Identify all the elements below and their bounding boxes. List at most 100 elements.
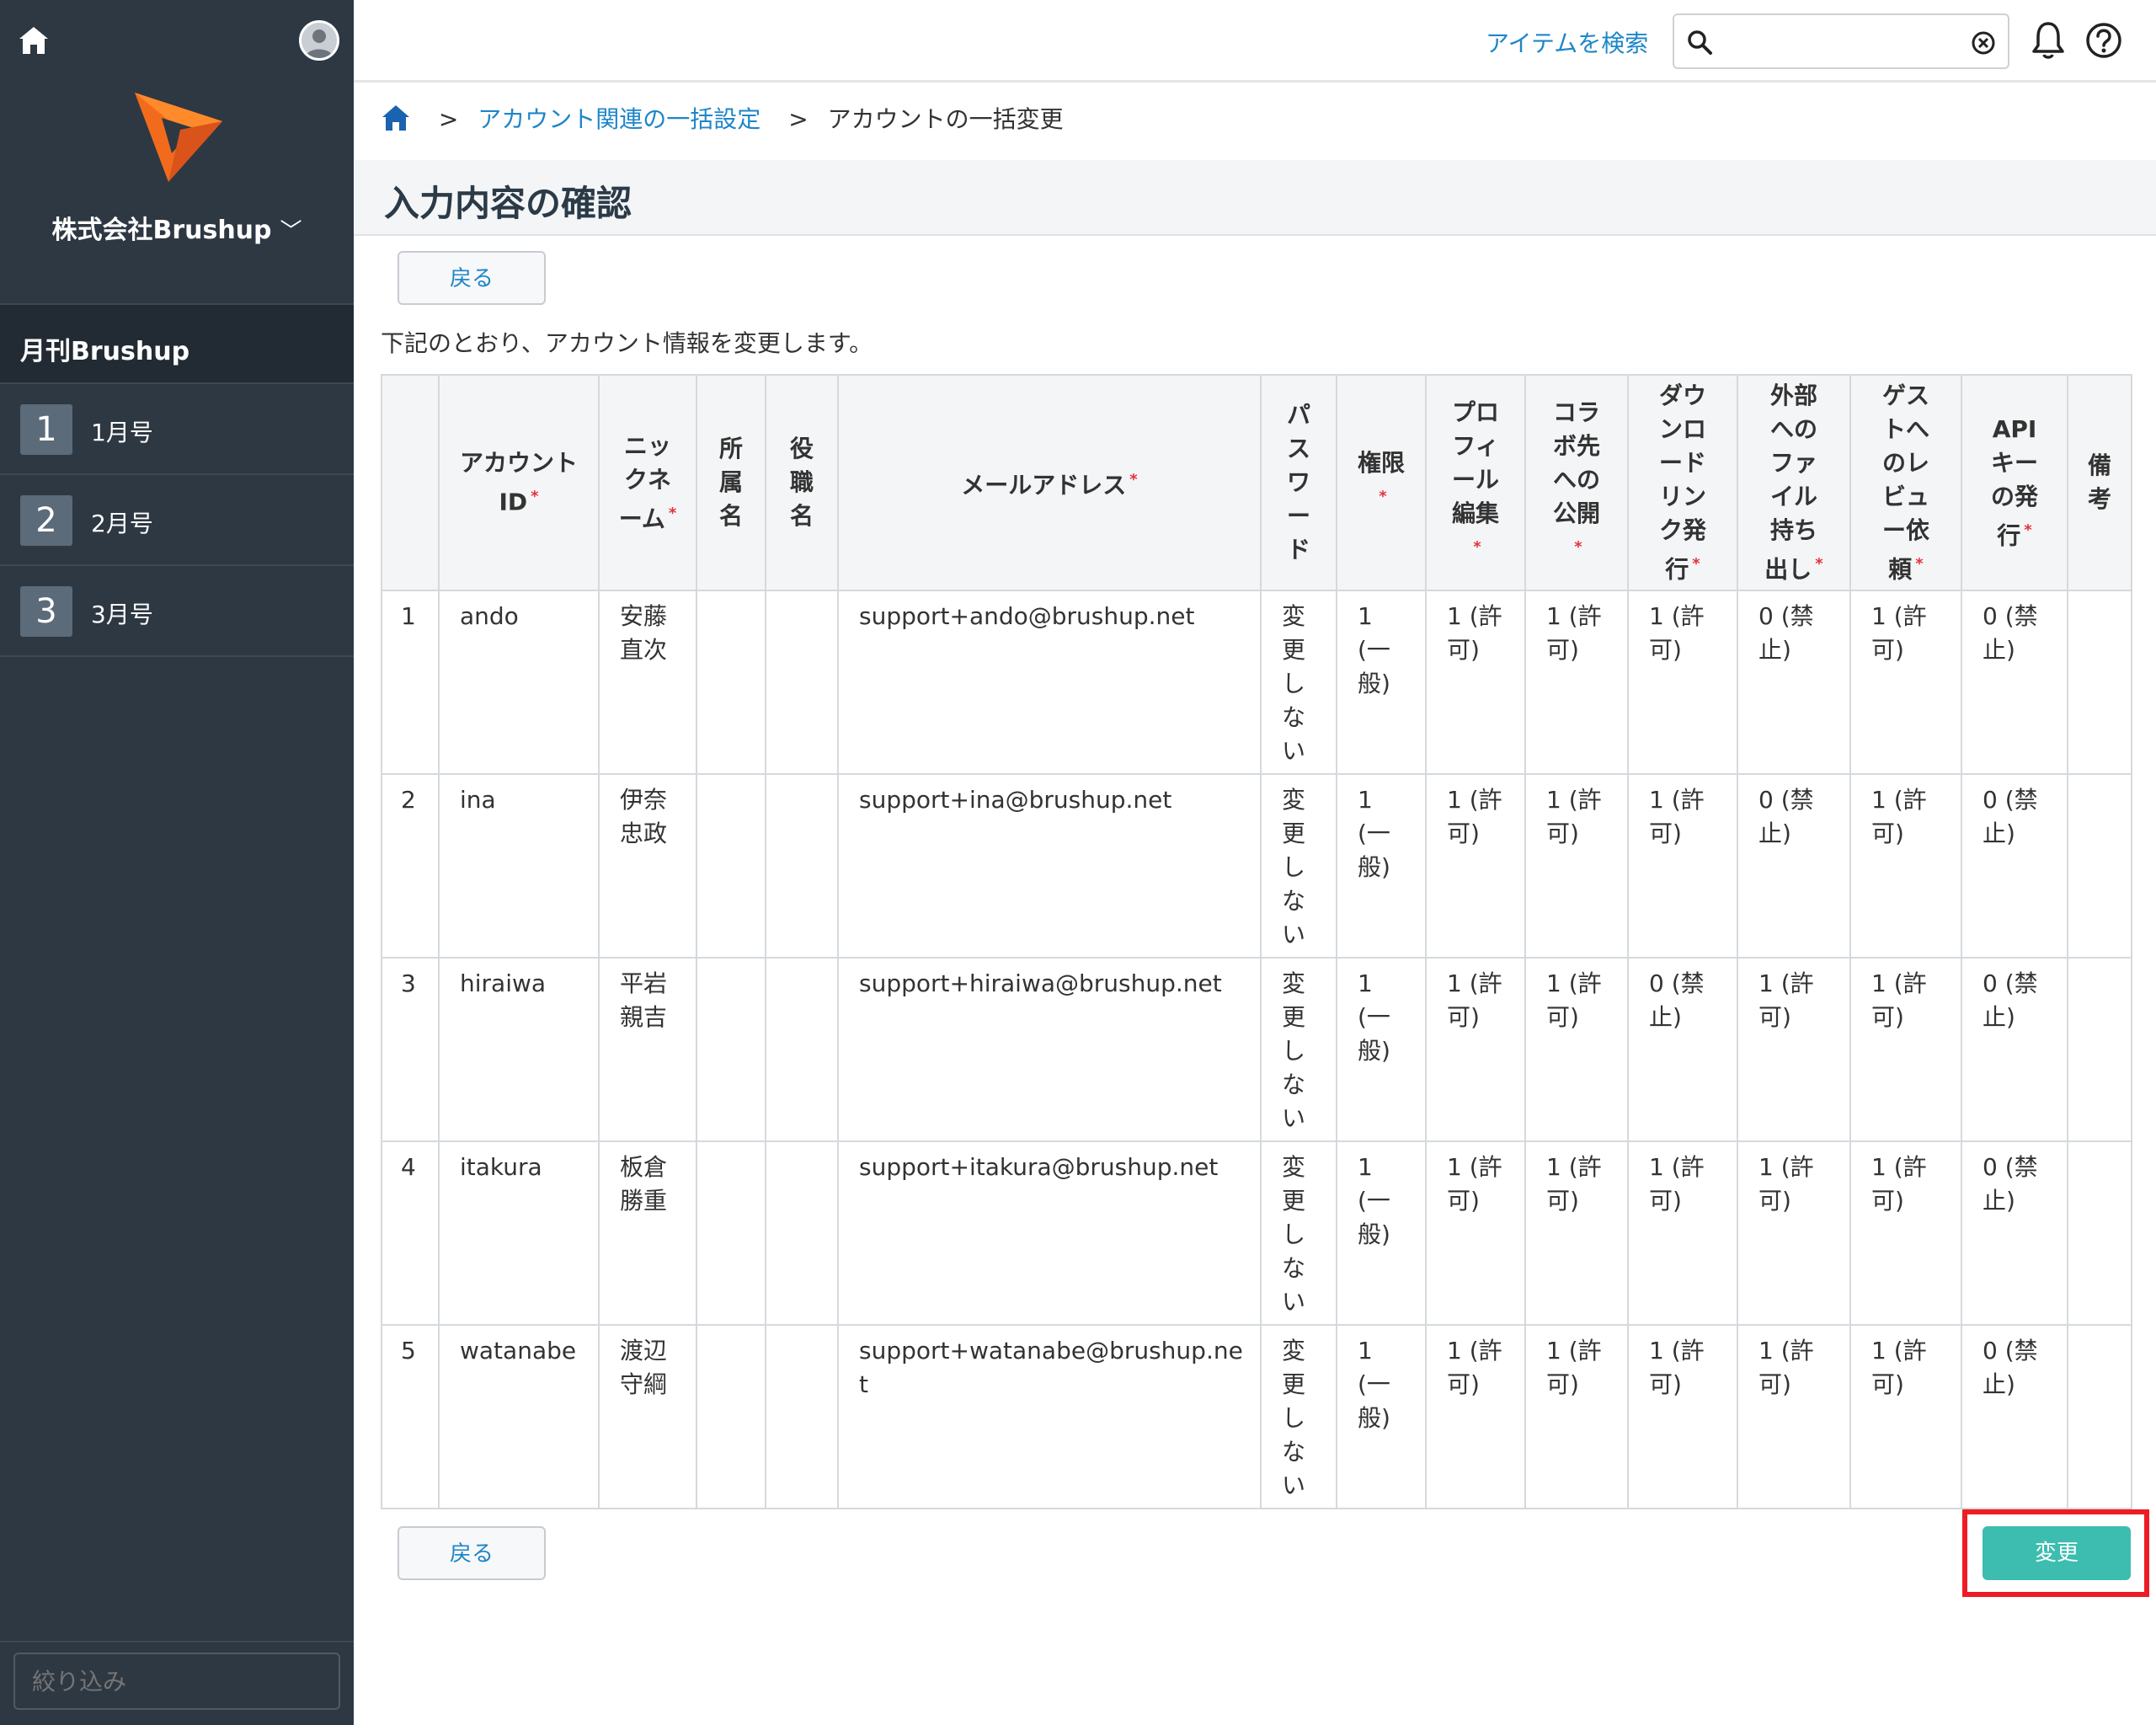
header-index: [381, 374, 440, 591]
breadcrumb-separator: >: [438, 105, 459, 133]
breadcrumb-bulk-settings-link[interactable]: アカウント関連の一括設定: [478, 105, 760, 133]
company-switcher[interactable]: 株式会社Brushup ﹀: [0, 209, 354, 246]
user-avatar-icon[interactable]: [299, 20, 339, 61]
cell-position: [765, 590, 839, 775]
cell-remarks: [2067, 773, 2132, 959]
cell-download-link: 1 (許可): [1627, 1140, 1738, 1326]
cell-role: 1 (一般): [1336, 773, 1427, 959]
cell-collab-publish: 1 (許可): [1524, 590, 1629, 775]
submit-change-button[interactable]: 変更: [1983, 1526, 2131, 1580]
sidebar-item-january[interactable]: 1 1月号: [0, 384, 354, 475]
cell-guest-review: 1 (許可): [1849, 1324, 1962, 1509]
header-nickname: ニックネーム *: [598, 374, 697, 591]
cell-api-key: 0 (禁止): [1961, 1324, 2068, 1509]
cell-account-id: ando: [438, 590, 600, 775]
search-input[interactable]: [1673, 13, 2009, 69]
cell-password: 変更しない: [1260, 957, 1337, 1142]
required-mark: *: [1129, 470, 1138, 489]
item-search-link[interactable]: アイテムを検索: [1486, 25, 1648, 59]
breadcrumb-home-icon[interactable]: [381, 104, 411, 132]
header-remarks: 備考: [2067, 374, 2132, 591]
intro-text: 下記のとおり、アカウント情報を変更します。: [381, 329, 873, 357]
sidebar-item-march[interactable]: 3 3月号: [0, 566, 354, 657]
cell-index: 4: [381, 1140, 440, 1326]
cell-department: [696, 773, 766, 959]
sidebar-item-label: 1月号: [91, 419, 153, 446]
cell-collab-publish: 1 (許可): [1524, 773, 1629, 959]
cell-index: 5: [381, 1324, 440, 1509]
cell-remarks: [2067, 1140, 2132, 1326]
back-button-top[interactable]: 戻る: [398, 251, 546, 305]
search-icon: [1688, 30, 1712, 55]
cell-department: [696, 957, 766, 1142]
header-email: メールアドレス *: [837, 374, 1262, 591]
header-account-id: アカウントID *: [438, 374, 600, 591]
project-header[interactable]: 月刊Brushup: [0, 303, 354, 384]
cell-download-link: 0 (禁止): [1627, 957, 1738, 1142]
bell-icon[interactable]: [2030, 20, 2067, 61]
cell-index: 1: [381, 590, 440, 775]
cell-index: 3: [381, 957, 440, 1142]
cell-external-file: 0 (禁止): [1737, 590, 1851, 775]
page-title: 入力内容の確認: [384, 183, 632, 224]
cell-guest-review: 1 (許可): [1849, 957, 1962, 1142]
cell-account-id: watanabe: [438, 1324, 600, 1509]
cell-index: 2: [381, 773, 440, 959]
filter-input[interactable]: [13, 1653, 340, 1710]
header-external-file: 外部へのファイル持ち出し *: [1737, 374, 1851, 591]
cell-external-file: 1 (許可): [1737, 1140, 1851, 1326]
cell-role: 1 (一般): [1336, 1140, 1427, 1326]
cell-guest-review: 1 (許可): [1849, 1140, 1962, 1326]
top-bar: アイテムを検索: [354, 0, 2156, 83]
cell-download-link: 1 (許可): [1627, 1324, 1738, 1509]
cell-nickname: 板倉勝重: [598, 1140, 697, 1326]
clear-icon[interactable]: [1971, 30, 1996, 56]
table-row: 2 ina 伊奈忠政 support+ina@brushup.net 変更しない 1 (一…: [381, 773, 2132, 959]
cell-external-file: 1 (許可): [1737, 957, 1851, 1142]
cell-position: [765, 957, 839, 1142]
cell-collab-publish: 1 (許可): [1524, 1140, 1629, 1326]
cell-email: support+ina@brushup.net: [837, 773, 1262, 959]
required-mark: *: [1574, 537, 1582, 556]
cell-nickname: 安藤直次: [598, 590, 697, 775]
cell-position: [765, 773, 839, 959]
cell-role: 1 (一般): [1336, 590, 1427, 775]
chevron-down-icon: ﹀: [280, 219, 302, 244]
back-button-bottom[interactable]: 戻る: [398, 1526, 546, 1580]
header-role: 権限*: [1336, 374, 1427, 591]
header-api-key: APIキーの発行 *: [1961, 374, 2068, 591]
table-row: 5 watanabe 渡辺守綱 support+watanabe@brushup.ne…: [381, 1324, 2132, 1509]
cell-nickname: 平岩親吉: [598, 957, 697, 1142]
header-password: パスワード: [1260, 374, 1337, 591]
required-mark: *: [668, 504, 677, 522]
header-collab-publish: コラボ先への公開*: [1524, 374, 1629, 591]
cell-account-id: ina: [438, 773, 600, 959]
cell-nickname: 伊奈忠政: [598, 773, 697, 959]
cell-role: 1 (一般): [1336, 957, 1427, 1142]
cell-account-id: hiraiwa: [438, 957, 600, 1142]
sidebar-item-february[interactable]: 2 2月号: [0, 475, 354, 566]
cell-external-file: 0 (禁止): [1737, 773, 1851, 959]
breadcrumb-separator: >: [788, 105, 808, 133]
cell-api-key: 0 (禁止): [1961, 773, 2068, 959]
company-name: 株式会社Brushup: [51, 216, 272, 245]
project-name: 月刊Brushup: [20, 337, 190, 366]
required-mark: *: [1692, 554, 1700, 573]
home-icon[interactable]: [17, 24, 51, 57]
table-header-row: アカウントID * ニックネーム * 所属名 役職名 メールアドレス * パスワード …: [381, 374, 2132, 591]
cell-remarks: [2067, 957, 2132, 1142]
required-mark: *: [1915, 554, 1924, 573]
cell-password: 変更しない: [1260, 773, 1337, 959]
header-department: 所属名: [696, 374, 766, 591]
cell-profile-edit: 1 (許可): [1425, 1324, 1526, 1509]
help-icon[interactable]: [2084, 20, 2124, 61]
issue-number-badge: 2: [20, 495, 72, 546]
cell-remarks: [2067, 590, 2132, 775]
required-mark: *: [1815, 554, 1823, 573]
issue-number-badge: 3: [20, 586, 72, 637]
cell-department: [696, 590, 766, 775]
table-row: 3 hiraiwa 平岩親吉 support+hiraiwa@brushup.net 変…: [381, 957, 2132, 1142]
cell-download-link: 1 (許可): [1627, 773, 1738, 959]
cell-profile-edit: 1 (許可): [1425, 1140, 1526, 1326]
cell-guest-review: 1 (許可): [1849, 773, 1962, 959]
